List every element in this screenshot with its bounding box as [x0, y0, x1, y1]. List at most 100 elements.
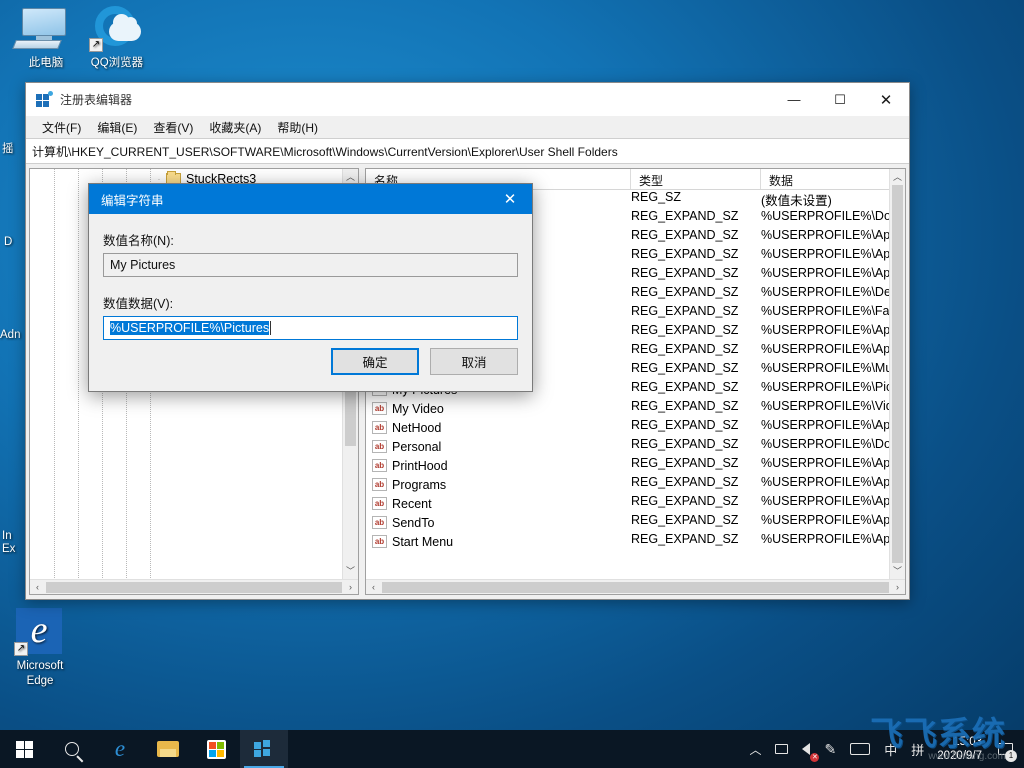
string-value-icon: ab [372, 516, 387, 529]
cell-type: REG_EXPAND_SZ [631, 532, 761, 551]
pen-icon[interactable]: ✎ [817, 730, 843, 768]
column-header-data[interactable]: 数据 [761, 169, 905, 189]
window-titlebar[interactable]: 注册表编辑器 — ☐ ✕ [26, 83, 909, 116]
table-row[interactable]: abStart MenuREG_EXPAND_SZ%USERPROFILE%\A… [366, 532, 889, 551]
list-vertical-scrollbar[interactable]: ︿ ﹀ [889, 169, 905, 579]
scroll-down-arrow[interactable]: ﹀ [890, 563, 905, 579]
clock[interactable]: 15:03 2020/9/7 [931, 735, 992, 763]
string-value-icon: ab [372, 497, 387, 510]
cell-type: REG_EXPAND_SZ [631, 209, 761, 228]
cell-data: %USERPROFILE%\Favorit [761, 304, 889, 323]
cell-type: REG_SZ [631, 190, 761, 209]
table-row[interactable]: abSendToREG_EXPAND_SZ%USERPROFILE%\AppDa [366, 513, 889, 532]
tree-hscroll-thumb[interactable] [46, 582, 342, 593]
cell-type: REG_EXPAND_SZ [631, 342, 761, 361]
scroll-left-arrow[interactable]: ‹ [30, 582, 45, 592]
ok-button[interactable]: 确定 [331, 348, 419, 375]
table-row[interactable]: abPersonalREG_EXPAND_SZ%USERPROFILE%\Doc… [366, 437, 889, 456]
taskbar: e ︿ ✕ ✎ 中 拼 15:03 2020/9/7 1 [0, 730, 1024, 768]
value-name-text: SendTo [392, 516, 434, 530]
scroll-left-arrow[interactable]: ‹ [366, 582, 381, 592]
scroll-down-arrow[interactable]: ﹀ [343, 563, 358, 579]
volume-muted-icon[interactable]: ✕ [795, 730, 817, 768]
microsoft-store-button[interactable] [192, 730, 240, 768]
desktop-icon-partial-2[interactable]: D [4, 236, 24, 248]
dialog-titlebar[interactable]: 编辑字符串 ✕ [89, 184, 532, 214]
cell-data: %USERPROFILE%\AppDa [761, 342, 889, 361]
cell-data: %USERPROFILE%\AppDa [761, 247, 889, 266]
list-scroll-thumb[interactable] [892, 185, 903, 563]
tray-chevron-up-icon[interactable]: ︿ [742, 730, 768, 768]
clock-time: 15:03 [953, 736, 982, 748]
value-name-text: My Video [392, 402, 444, 416]
notification-count-badge: 1 [1005, 750, 1017, 762]
edge-icon: e [115, 736, 125, 762]
edge-taskbar-button[interactable]: e [96, 730, 144, 768]
registry-editor-taskbar-button[interactable] [240, 730, 288, 768]
cell-data: (数值未设置) [761, 190, 889, 209]
desktop-icon-label-2: Ex [2, 543, 15, 555]
cell-type: REG_EXPAND_SZ [631, 456, 761, 475]
cell-name: ab Recent [366, 494, 631, 513]
dialog-buttons: 确定 取消 [331, 348, 518, 375]
keyboard-icon[interactable] [843, 730, 877, 768]
scroll-right-arrow[interactable]: › [890, 582, 905, 592]
cell-name: abStart Menu [366, 532, 631, 551]
windows-logo-icon [16, 741, 33, 758]
cell-data: %USERPROFILE%\AppDa [761, 494, 889, 513]
value-name-text: PrintHood [392, 459, 448, 473]
minimize-button[interactable]: — [771, 83, 817, 116]
value-name-input[interactable]: My Pictures [103, 253, 518, 277]
table-row[interactable]: abRecentREG_EXPAND_SZ%USERPROFILE%\AppDa [366, 494, 889, 513]
menu-item-view[interactable]: 查看(V) [145, 117, 201, 138]
value-name-text: Recent [392, 497, 432, 511]
tree-horizontal-scrollbar[interactable]: ‹ › [30, 579, 358, 594]
menu-item-file[interactable]: 文件(F) [34, 117, 89, 138]
cell-data: %USERPROFILE%\AppDa [761, 456, 889, 475]
cell-data: %USERPROFILE%\Downl [761, 209, 889, 228]
start-button[interactable] [0, 730, 48, 768]
file-explorer-button[interactable] [144, 730, 192, 768]
cancel-button[interactable]: 取消 [430, 348, 518, 375]
value-name-text: Start Menu [392, 535, 453, 549]
desktop-icon-partial-1[interactable]: 摇 [2, 140, 24, 156]
table-row[interactable]: abNetHoodREG_EXPAND_SZ%USERPROFILE%\AppD… [366, 418, 889, 437]
desktop-icon-this-pc[interactable]: 此电脑 [8, 6, 84, 70]
address-bar[interactable]: 计算机\HKEY_CURRENT_USER\SOFTWARE\Microsoft… [26, 138, 909, 164]
desktop-icon-microsoft-edge[interactable]: e ↗ Microsoft Edge [2, 608, 78, 689]
cell-name: abPrograms [366, 475, 631, 494]
menu-item-edit[interactable]: 编辑(E) [89, 117, 145, 138]
cell-type: REG_EXPAND_SZ [631, 323, 761, 342]
cell-data: %USERPROFILE%\AppDa [761, 228, 889, 247]
value-data-input[interactable]: %USERPROFILE%\Pictures [103, 316, 518, 340]
scroll-right-arrow[interactable]: › [343, 582, 358, 592]
list-horizontal-scrollbar[interactable]: ‹ › [366, 579, 905, 594]
menu-item-help[interactable]: 帮助(H) [269, 117, 326, 138]
dialog-close-icon[interactable]: ✕ [488, 184, 532, 214]
table-row[interactable]: abProgramsREG_EXPAND_SZ%USERPROFILE%\App… [366, 475, 889, 494]
value-name-text: My Pictures [110, 258, 175, 272]
cell-name: ab My Video [366, 399, 631, 418]
ime-pinyin-indicator[interactable]: 拼 [904, 730, 931, 768]
cell-type: REG_EXPAND_SZ [631, 285, 761, 304]
table-row[interactable]: abPrintHoodREG_EXPAND_SZ%USERPROFILE%\Ap… [366, 456, 889, 475]
list-hscroll-thumb[interactable] [382, 582, 889, 593]
column-header-type[interactable]: 类型 [631, 169, 761, 189]
ime-mode-indicator[interactable]: 中 [877, 730, 904, 768]
tree-scroll-thumb[interactable] [345, 384, 356, 446]
string-value-icon: ab [372, 402, 387, 415]
menu-bar: 文件(F) 编辑(E) 查看(V) 收藏夹(A) 帮助(H) [26, 116, 909, 138]
folder-icon [157, 741, 179, 757]
notifications-button[interactable]: 1 [992, 730, 1018, 768]
search-button[interactable] [48, 730, 96, 768]
search-icon [65, 742, 79, 756]
cell-type: REG_EXPAND_SZ [631, 247, 761, 266]
network-icon[interactable] [768, 730, 795, 768]
desktop-icon-qq-browser[interactable]: ↗ QQ浏览器 [79, 6, 155, 70]
maximize-button[interactable]: ☐ [817, 83, 863, 116]
menu-item-favorites[interactable]: 收藏夹(A) [201, 117, 269, 138]
close-button[interactable]: ✕ [863, 83, 909, 116]
scroll-up-arrow[interactable]: ︿ [890, 169, 905, 185]
cell-name: abPrintHood [366, 456, 631, 475]
table-row[interactable]: abMy VideoREG_EXPAND_SZ%USERPROFILE%\Vid… [366, 399, 889, 418]
